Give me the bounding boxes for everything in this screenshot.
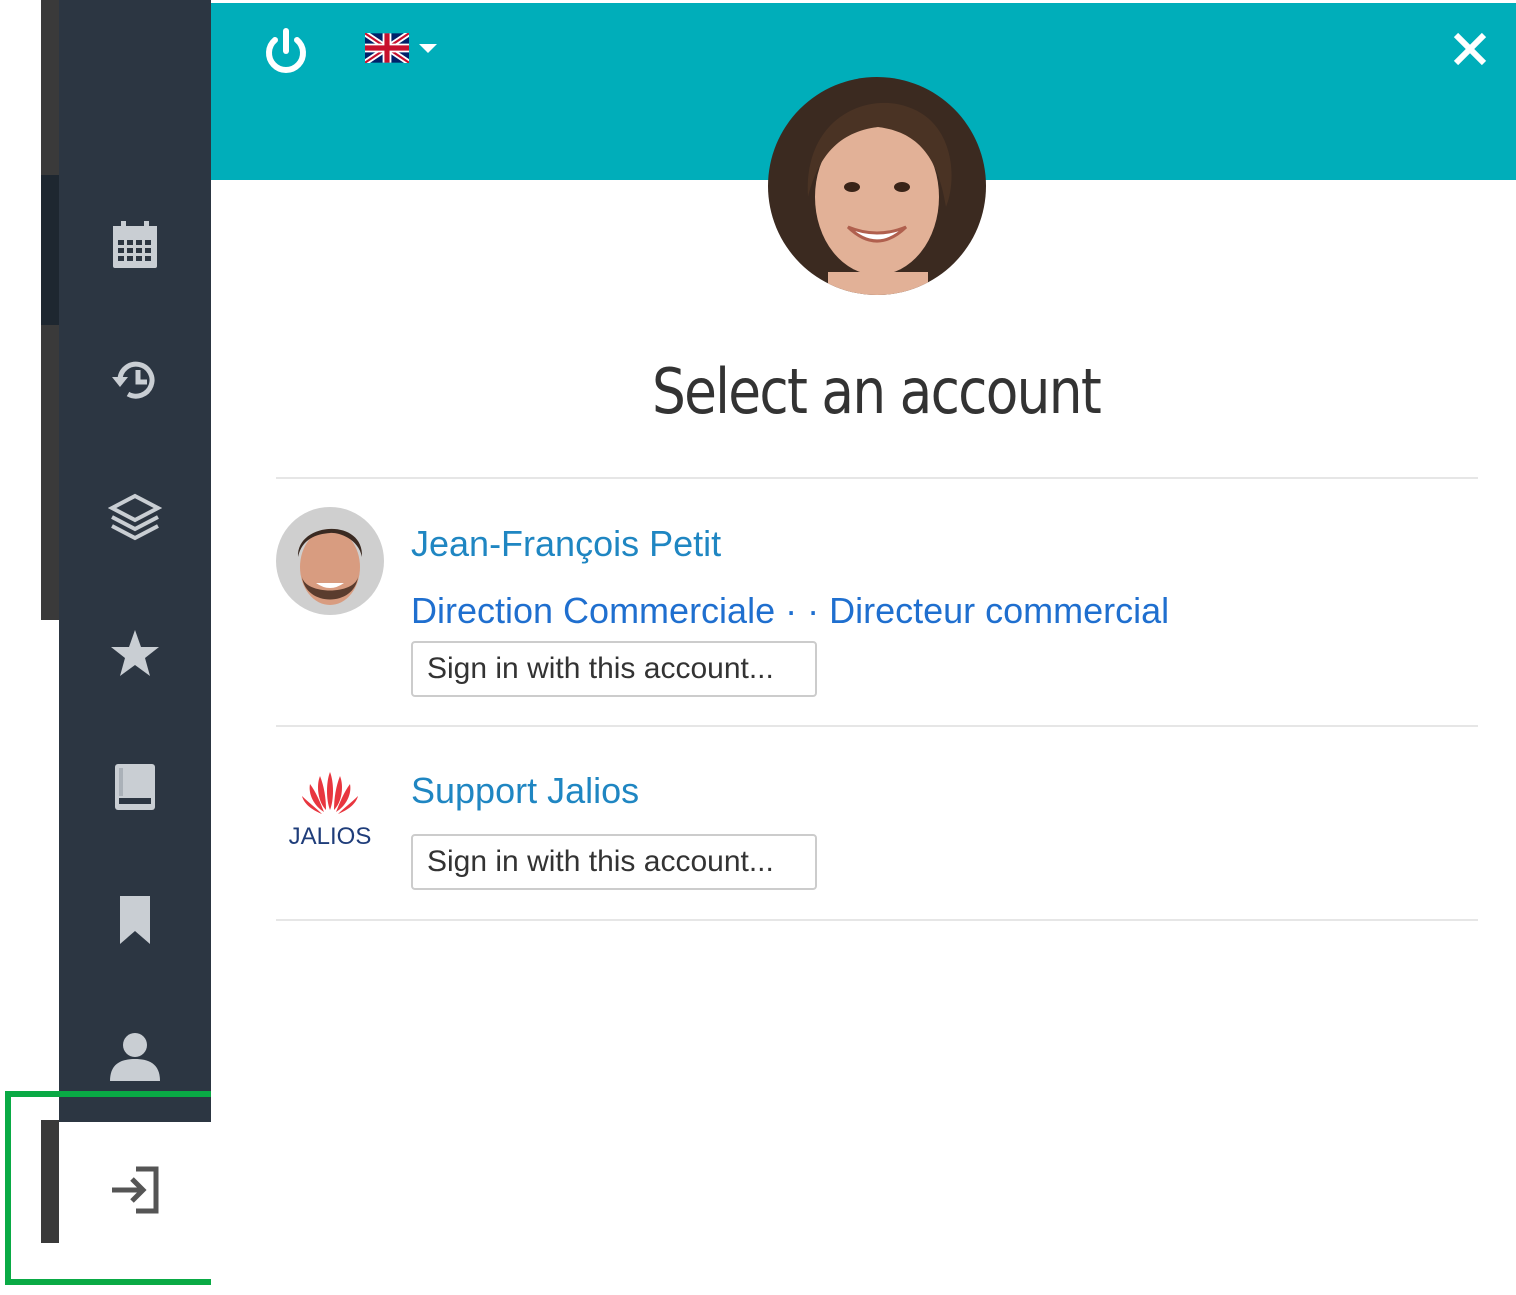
account-name[interactable]: Support Jalios <box>411 770 639 812</box>
background-content <box>41 620 61 1120</box>
sign-in-button[interactable]: Sign in with this account... <box>411 834 817 890</box>
close-icon[interactable] <box>1450 29 1490 69</box>
account-item: Jean-François Petit Direction Commercial… <box>276 505 1478 725</box>
divider <box>276 919 1478 921</box>
page-title: Select an account <box>651 355 1102 428</box>
bookmark-icon[interactable] <box>105 890 165 950</box>
divider <box>276 477 1478 479</box>
language-selector[interactable] <box>365 33 437 63</box>
account-subtitle[interactable]: Direction Commerciale · · Directeur comm… <box>411 590 1169 632</box>
background-page <box>41 0 61 1243</box>
current-user-avatar <box>768 77 986 295</box>
calendar-icon[interactable] <box>105 215 165 275</box>
uk-flag-icon <box>365 33 409 63</box>
layers-icon[interactable] <box>105 487 165 547</box>
user-icon[interactable] <box>105 1026 165 1086</box>
account-item: JALIOS Support Jalios Sign in with this … <box>276 752 1478 912</box>
jalios-logo-text: JALIOS <box>289 823 372 850</box>
account-panel: Select an account Jean-François Petit Di… <box>211 0 1516 1295</box>
power-icon[interactable] <box>261 27 311 77</box>
sign-in-button[interactable]: Sign in with this account... <box>411 641 817 697</box>
history-icon[interactable] <box>105 350 165 410</box>
book-icon[interactable] <box>105 757 165 817</box>
divider <box>276 725 1478 727</box>
jalios-logo: JALIOS <box>276 752 384 860</box>
chevron-down-icon <box>419 43 437 53</box>
star-icon[interactable] <box>105 624 165 684</box>
sidebar <box>59 0 211 1122</box>
account-name[interactable]: Jean-François Petit <box>411 523 721 565</box>
avatar <box>276 507 384 615</box>
background-band <box>41 175 61 325</box>
